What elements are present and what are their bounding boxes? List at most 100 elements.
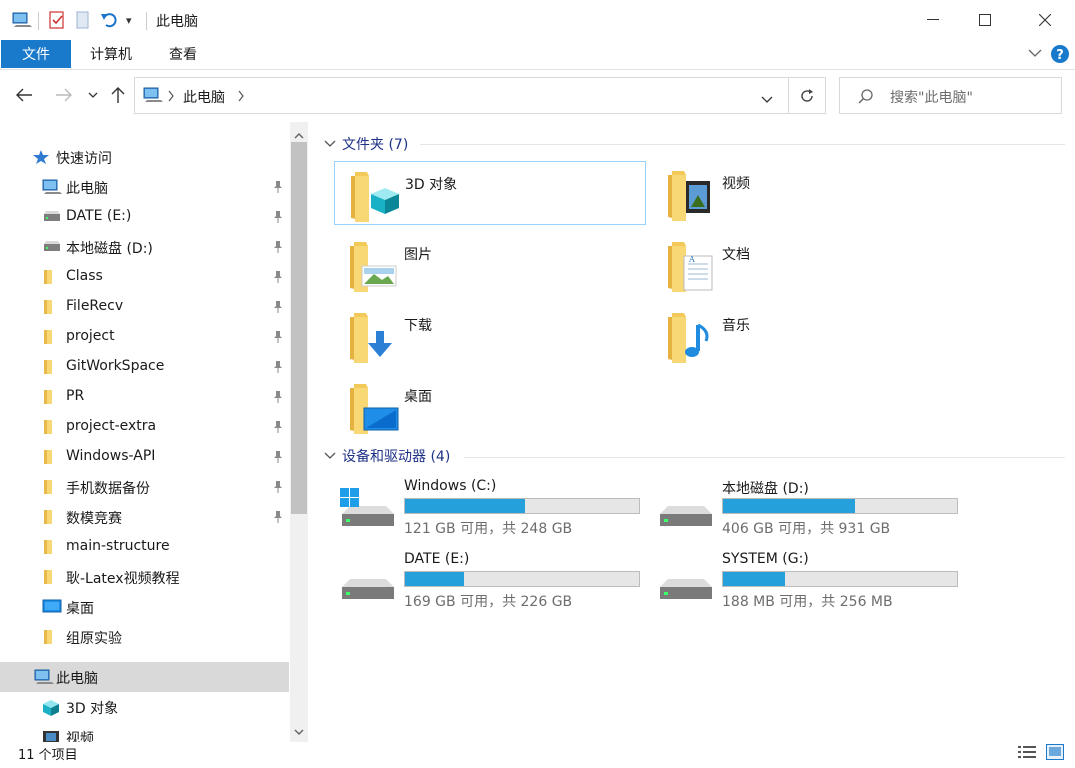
large-icons-view-icon[interactable] xyxy=(1046,744,1064,764)
computer-icon[interactable] xyxy=(12,10,32,30)
pin-icon[interactable] xyxy=(272,180,284,194)
drives-group-label: 设备和驱动器 (4) xyxy=(342,449,451,465)
drive-name: DATE (E:) xyxy=(404,551,470,567)
windows-drive-icon xyxy=(338,488,398,536)
pin-icon[interactable] xyxy=(272,360,284,374)
sidebar-item[interactable]: 3D 对象 xyxy=(0,692,289,722)
sidebar-item[interactable]: 手机数据备份 xyxy=(0,472,289,502)
sidebar-item-label: 组原实验 xyxy=(66,631,122,647)
sidebar-item[interactable]: 组原实验 xyxy=(0,622,289,652)
drive-tile[interactable]: DATE (E:) 169 GB 可用，共 226 GB xyxy=(334,551,646,613)
close-button[interactable] xyxy=(1020,0,1070,40)
sidebar-item[interactable]: project xyxy=(0,322,289,352)
sidebar-item[interactable]: 此电脑 xyxy=(0,172,289,202)
folder-tile[interactable]: 音乐 xyxy=(652,303,964,367)
drive-capacity: 188 MB 可用，共 256 MB xyxy=(722,594,893,610)
search-box[interactable]: 搜索"此电脑" xyxy=(839,77,1062,114)
pin-icon[interactable] xyxy=(272,480,284,494)
drive-icon xyxy=(42,209,60,225)
sidebar-item[interactable]: project-extra xyxy=(0,412,289,442)
help-icon[interactable]: ? xyxy=(1050,44,1070,68)
sidebar-item[interactable]: Windows-API xyxy=(0,442,289,472)
sidebar-item[interactable]: PR xyxy=(0,382,289,412)
folder-label: 文档 xyxy=(722,247,750,263)
pin-icon[interactable] xyxy=(272,240,284,254)
pin-icon[interactable] xyxy=(272,330,284,344)
sidebar-item-label: Class xyxy=(66,268,103,284)
up-button[interactable] xyxy=(106,83,130,107)
scrollbar-thumb[interactable] xyxy=(291,142,307,514)
address-dropdown-icon[interactable] xyxy=(761,92,773,108)
sidebar-item[interactable]: DATE (E:) xyxy=(0,202,289,232)
drive-icon xyxy=(42,239,60,255)
sidebar-item-label: main-structure xyxy=(66,538,170,554)
folders-group-header[interactable]: 文件夹 (7) xyxy=(324,134,408,154)
drive-icon xyxy=(656,488,716,536)
properties-icon[interactable] xyxy=(48,10,66,30)
sidebar-item-label: Windows-API xyxy=(66,448,156,464)
star-icon xyxy=(32,149,50,165)
folder-icon xyxy=(42,419,60,435)
ribbon-expand-icon[interactable] xyxy=(1028,46,1042,62)
folder-tile[interactable]: 桌面 xyxy=(334,374,646,438)
sidebar-item[interactable]: 数模竞赛 xyxy=(0,502,289,532)
pin-icon[interactable] xyxy=(272,390,284,404)
pin-icon[interactable] xyxy=(272,300,284,314)
sidebar-item[interactable]: main-structure xyxy=(0,532,289,562)
forward-button[interactable] xyxy=(52,83,76,107)
folder-tile[interactable]: 视频 xyxy=(652,161,964,225)
pin-icon[interactable] xyxy=(272,510,284,524)
sidebar-item[interactable]: 本地磁盘 (D:) xyxy=(0,232,289,262)
tab-file[interactable]: 文件 xyxy=(1,40,71,68)
pin-icon[interactable] xyxy=(272,270,284,284)
folder-icon xyxy=(658,167,720,227)
refresh-button[interactable] xyxy=(789,77,826,114)
back-button[interactable] xyxy=(12,83,36,107)
address-bar[interactable]: 此电脑 xyxy=(134,77,789,114)
group-divider xyxy=(464,457,1065,458)
tab-view[interactable]: 查看 xyxy=(154,40,212,68)
sidebar-item[interactable]: 耿-Latex视频教程 xyxy=(0,562,289,592)
undo-icon[interactable] xyxy=(100,10,118,30)
details-view-icon[interactable] xyxy=(1018,745,1036,763)
pin-icon[interactable] xyxy=(272,420,284,434)
scroll-down-icon[interactable] xyxy=(294,724,304,740)
folder-icon xyxy=(341,168,403,228)
breadcrumb-chevron-icon[interactable] xyxy=(167,90,175,106)
folder-tile[interactable]: A 文档 xyxy=(652,232,964,296)
drive-tile[interactable]: Windows (C:) 121 GB 可用，共 248 GB xyxy=(334,478,646,540)
sidebar-item[interactable]: 快速访问 xyxy=(0,142,289,172)
sidebar-item[interactable]: 此电脑 xyxy=(0,662,289,692)
desktop-icon xyxy=(42,599,62,615)
sidebar-item[interactable]: 视频 xyxy=(0,722,289,742)
drive-tile[interactable]: SYSTEM (G:) 188 MB 可用，共 256 MB xyxy=(652,551,964,613)
recent-locations-button[interactable] xyxy=(82,83,104,107)
maximize-button[interactable] xyxy=(960,0,1010,40)
breadcrumb-item[interactable]: 此电脑 xyxy=(183,87,225,107)
tab-computer[interactable]: 计算机 xyxy=(80,40,142,68)
folder-icon xyxy=(42,539,60,555)
navigation-pane[interactable]: 快速访问 此电脑 DATE (E:) 本地磁盘 (D:) Class FileRecv pr… xyxy=(0,122,289,742)
folder-icon xyxy=(42,329,60,345)
pin-icon[interactable] xyxy=(272,210,284,224)
quick-access-dropdown-icon[interactable]: ▾ xyxy=(126,10,132,30)
folder-icon xyxy=(340,238,402,298)
pin-icon[interactable] xyxy=(272,450,284,464)
drives-group-header[interactable]: 设备和驱动器 (4) xyxy=(324,446,450,466)
sidebar-item[interactable]: 桌面 xyxy=(0,592,289,622)
new-folder-icon[interactable] xyxy=(76,10,90,30)
sidebar-item-label: 数模竞赛 xyxy=(66,511,122,527)
sidebar-item[interactable]: Class xyxy=(0,262,289,292)
sidebar-item[interactable]: FileRecv xyxy=(0,292,289,322)
sidebar-item[interactable]: GitWorkSpace xyxy=(0,352,289,382)
folder-tile[interactable]: 图片 xyxy=(334,232,646,296)
breadcrumb-chevron-icon[interactable] xyxy=(237,90,245,106)
minimize-button[interactable] xyxy=(908,0,958,40)
title-divider xyxy=(146,12,147,30)
folder-icon xyxy=(42,269,60,285)
drive-usage-fill xyxy=(405,572,464,586)
drive-tile[interactable]: 本地磁盘 (D:) 406 GB 可用，共 931 GB xyxy=(652,478,964,540)
search-input[interactable]: 搜索"此电脑" xyxy=(890,87,973,107)
folder-tile[interactable]: 3D 对象 xyxy=(334,161,646,225)
folder-tile[interactable]: 下载 xyxy=(334,303,646,367)
